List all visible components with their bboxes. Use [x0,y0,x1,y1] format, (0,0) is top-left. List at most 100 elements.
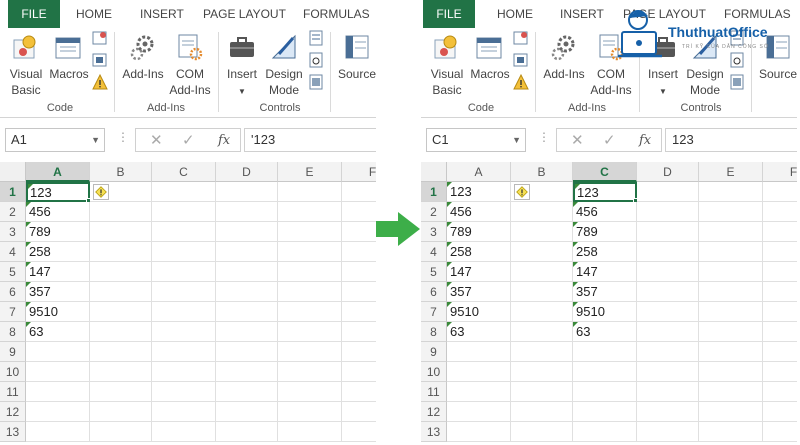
macros-button[interactable]: Macros [469,32,511,82]
cell-e8[interactable] [699,322,763,342]
cell-a10[interactable] [26,362,90,382]
cell-d6[interactable] [216,282,278,302]
row-header-2[interactable]: 2 [0,202,26,222]
cell-a8[interactable]: 63 [26,322,90,342]
cell-a4[interactable]: 258 [447,242,511,262]
cell-b8[interactable] [511,322,573,342]
cell-c10[interactable] [573,362,637,382]
cell-a8[interactable]: 63 [447,322,511,342]
cell-a2[interactable]: 456 [26,202,90,222]
cell-e7[interactable] [278,302,342,322]
cell-a6[interactable]: 357 [447,282,511,302]
cell-a4[interactable]: 258 [26,242,90,262]
cell-b6[interactable] [511,282,573,302]
add-ins-button[interactable]: Add-Ins [120,32,166,82]
row-header-6[interactable]: 6 [0,282,26,302]
cell-b7[interactable] [90,302,152,322]
chevron-down-icon[interactable]: ▼ [512,129,521,151]
cell-c11[interactable] [152,382,216,402]
row-header-1[interactable]: 1 [0,182,26,202]
cell-d11[interactable] [637,382,699,402]
cell-e3[interactable] [278,222,342,242]
add-ins-button[interactable]: Add-Ins [541,32,587,82]
run-dialog-icon[interactable] [308,74,324,90]
cell-e11[interactable] [699,382,763,402]
row-header-8[interactable]: 8 [421,322,447,342]
cell-c13[interactable] [152,422,216,442]
cell-c7[interactable] [152,302,216,322]
cell-c12[interactable] [152,402,216,422]
cell-a5[interactable]: 147 [26,262,90,282]
cell-d4[interactable] [216,242,278,262]
formula-bar-grip[interactable]: ⋮ [538,130,550,144]
row-header-9[interactable]: 9 [0,342,26,362]
insert-function-icon[interactable]: fx [639,133,651,148]
insert-control-button[interactable]: Insert ▼ [222,32,262,100]
cell-e4[interactable] [278,242,342,262]
cell-c3[interactable] [152,222,216,242]
row-header-4[interactable]: 4 [421,242,447,262]
cell-d12[interactable] [216,402,278,422]
cell-d7[interactable] [216,302,278,322]
select-all-corner[interactable] [0,162,26,182]
cell-f12[interactable] [342,402,376,422]
cell-b3[interactable] [90,222,152,242]
tab-home[interactable]: HOME [497,0,533,28]
formula-input[interactable]: '123 [244,128,376,152]
cell-f2[interactable] [342,202,376,222]
cell-f6[interactable] [342,282,376,302]
column-header-c[interactable]: C [573,162,637,182]
row-header-2[interactable]: 2 [421,202,447,222]
column-header-f[interactable]: F [342,162,376,182]
row-header-5[interactable]: 5 [0,262,26,282]
cell-c10[interactable] [152,362,216,382]
cell-e7[interactable] [699,302,763,322]
cell-e1[interactable] [699,182,763,202]
cell-c2[interactable]: 456 [573,202,637,222]
cell-a1[interactable]: 123 [447,182,511,202]
cell-f13[interactable] [342,422,376,442]
cell-c11[interactable] [573,382,637,402]
cell-e10[interactable] [278,362,342,382]
cell-d13[interactable] [637,422,699,442]
insert-function-icon[interactable]: fx [218,133,230,148]
cell-a5[interactable]: 147 [447,262,511,282]
cell-e2[interactable] [699,202,763,222]
cell-a7[interactable]: 9510 [26,302,90,322]
cell-d1[interactable] [637,182,699,202]
visual-basic-button[interactable]: Visual Basic [427,32,467,98]
cancel-icon[interactable]: ✕ [571,131,584,149]
cell-e13[interactable] [699,422,763,442]
cell-d11[interactable] [216,382,278,402]
cell-f11[interactable] [763,382,797,402]
row-header-7[interactable]: 7 [421,302,447,322]
error-warning-icon[interactable] [93,184,109,200]
cell-d8[interactable] [637,322,699,342]
cell-a13[interactable] [447,422,511,442]
cell-d4[interactable] [637,242,699,262]
row-header-6[interactable]: 6 [421,282,447,302]
cell-c7[interactable]: 9510 [573,302,637,322]
properties-icon[interactable] [308,30,324,46]
worksheet-grid[interactable]: A B C D E F 1 123 2 456 3 789 4 258 5 147 6 357 7 9510 8 63 9 1… [0,162,376,445]
chevron-down-icon[interactable]: ▼ [91,129,100,151]
cell-d5[interactable] [637,262,699,282]
tab-formulas[interactable]: FORMULAS [303,0,370,28]
column-header-a[interactable]: A [447,162,511,182]
cell-c1[interactable]: 123 [573,182,637,202]
tab-home[interactable]: HOME [76,0,112,28]
row-header-12[interactable]: 12 [0,402,26,422]
record-macro-icon[interactable] [513,30,529,46]
cell-d9[interactable] [216,342,278,362]
cell-b11[interactable] [511,382,573,402]
cell-a7[interactable]: 9510 [447,302,511,322]
cell-a1[interactable]: 123 [26,182,90,202]
row-header-13[interactable]: 13 [421,422,447,442]
row-header-11[interactable]: 11 [421,382,447,402]
cell-c8[interactable]: 63 [573,322,637,342]
cell-b13[interactable] [511,422,573,442]
cell-a2[interactable]: 456 [447,202,511,222]
cell-c1[interactable] [152,182,216,202]
row-header-8[interactable]: 8 [0,322,26,342]
cell-d6[interactable] [637,282,699,302]
